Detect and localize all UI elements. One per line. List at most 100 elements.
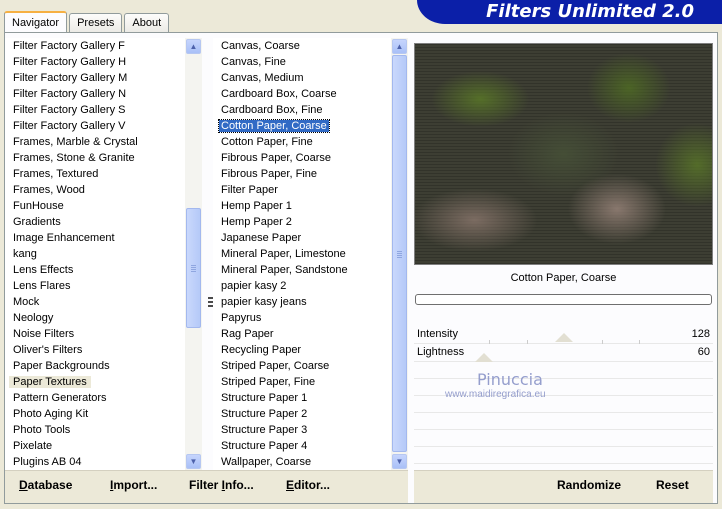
- list-item[interactable]: Cotton Paper, Coarse: [213, 118, 391, 134]
- list-item-label: Frames, Textured: [13, 168, 99, 180]
- list-item[interactable]: Structure Paper 2: [213, 406, 391, 422]
- scroll-down-icon[interactable]: ▼: [186, 454, 201, 469]
- scrollbar-thumb[interactable]: [186, 208, 201, 328]
- category-scrollbar[interactable]: ▲ ▼: [185, 38, 202, 470]
- list-item[interactable]: Structure Paper 3: [213, 422, 391, 438]
- list-item[interactable]: Fibrous Paper, Fine: [213, 166, 391, 182]
- filter-info-button[interactable]: Filter Info...: [189, 478, 254, 492]
- list-item[interactable]: Pattern Generators: [5, 390, 185, 406]
- list-item[interactable]: Cardboard Box, Fine: [213, 102, 391, 118]
- list-item[interactable]: Gradients: [5, 214, 185, 230]
- list-item[interactable]: Hemp Paper 1: [213, 198, 391, 214]
- slider-thumb[interactable]: [475, 353, 494, 362]
- list-item-label: Japanese Paper: [221, 232, 302, 244]
- list-item[interactable]: Striped Paper, Fine: [213, 374, 391, 390]
- param-intensity[interactable]: Intensity 128: [414, 326, 713, 344]
- list-item-label: Lens Flares: [13, 280, 71, 292]
- button-label: atabase: [27, 478, 73, 492]
- list-item[interactable]: Image Enhancement: [5, 230, 185, 246]
- list-item-label: Mineral Paper, Limestone: [221, 248, 346, 260]
- list-item[interactable]: Recycling Paper: [213, 342, 391, 358]
- list-item[interactable]: Neology: [5, 310, 185, 326]
- scroll-up-icon[interactable]: ▲: [186, 39, 201, 54]
- editor-button[interactable]: Editor...: [286, 478, 330, 492]
- list-item-label: Mock: [13, 296, 40, 308]
- tab-strip: Navigator Presets About: [4, 10, 171, 33]
- list-item[interactable]: papier kasy jeans: [213, 294, 391, 310]
- list-item[interactable]: Canvas, Coarse: [213, 38, 391, 54]
- list-item[interactable]: Cardboard Box, Coarse: [213, 86, 391, 102]
- list-item[interactable]: FunHouse: [5, 198, 185, 214]
- list-item-label: Frames, Marble & Crystal: [13, 136, 138, 148]
- list-item[interactable]: Lens Effects: [5, 262, 185, 278]
- list-item-label: papier kasy jeans: [221, 296, 307, 308]
- list-item[interactable]: Mineral Paper, Limestone: [213, 246, 391, 262]
- list-item[interactable]: Striped Paper, Coarse: [213, 358, 391, 374]
- button-label: nfo...: [225, 478, 254, 492]
- list-item[interactable]: Fibrous Paper, Coarse: [213, 150, 391, 166]
- list-item-label: kang: [13, 248, 37, 260]
- param-label: Lightness: [417, 346, 465, 358]
- list-item[interactable]: Frames, Marble & Crystal: [5, 134, 185, 150]
- list-item[interactable]: Frames, Textured: [5, 166, 185, 182]
- list-item[interactable]: Filter Factory Gallery N: [5, 86, 185, 102]
- reset-button[interactable]: Reset: [656, 478, 689, 492]
- list-item-label: Structure Paper 3: [221, 424, 308, 436]
- database-button[interactable]: Database: [19, 478, 72, 492]
- list-item[interactable]: Paper Textures: [5, 374, 185, 390]
- list-item[interactable]: Hemp Paper 2: [213, 214, 391, 230]
- list-item[interactable]: Japanese Paper: [213, 230, 391, 246]
- list-item[interactable]: Papyrus: [213, 310, 391, 326]
- list-item[interactable]: Plugins AB 04: [5, 454, 185, 470]
- list-item-label: Canvas, Medium: [221, 72, 304, 84]
- scrollbar-thumb[interactable]: [392, 55, 407, 452]
- list-item[interactable]: Photo Tools: [5, 422, 185, 438]
- list-item[interactable]: papier kasy 2: [213, 278, 391, 294]
- list-item[interactable]: Oliver's Filters: [5, 342, 185, 358]
- filter-listbox[interactable]: Canvas, Coarse Canvas, Fine Canvas, Medium…: [213, 38, 408, 470]
- list-item[interactable]: Wallpaper, Coarse: [213, 454, 391, 470]
- tab-presets[interactable]: Presets: [69, 13, 123, 32]
- scroll-down-icon[interactable]: ▼: [392, 454, 407, 469]
- preview-image: [414, 43, 713, 265]
- list-item[interactable]: Filter Paper: [213, 182, 391, 198]
- param-lightness[interactable]: Lightness 60: [414, 344, 713, 362]
- list-item[interactable]: Structure Paper 1: [213, 390, 391, 406]
- list-item[interactable]: Filter Factory Gallery V: [5, 118, 185, 134]
- list-item[interactable]: Mock: [5, 294, 185, 310]
- list-item[interactable]: Filter Factory Gallery M: [5, 70, 185, 86]
- list-item-label: Photo Aging Kit: [13, 408, 89, 420]
- list-item[interactable]: Photo Aging Kit: [5, 406, 185, 422]
- filter-scrollbar[interactable]: ▲ ▼: [391, 38, 408, 470]
- list-item[interactable]: Structure Paper 4: [213, 438, 391, 454]
- list-item[interactable]: Canvas, Fine: [213, 54, 391, 70]
- list-item[interactable]: Rag Paper: [213, 326, 391, 342]
- list-item[interactable]: Canvas, Medium: [213, 70, 391, 86]
- list-item[interactable]: Frames, Stone & Granite: [5, 150, 185, 166]
- list-item[interactable]: Paper Backgrounds: [5, 358, 185, 374]
- list-item[interactable]: Mineral Paper, Sandstone: [213, 262, 391, 278]
- list-item-label: Filter Factory Gallery N: [13, 88, 127, 100]
- list-item[interactable]: kang: [5, 246, 185, 262]
- app-title-banner: Filters Unlimited 2.0: [417, 0, 722, 24]
- list-item[interactable]: Filter Factory Gallery H: [5, 54, 185, 70]
- list-item[interactable]: Noise Filters: [5, 326, 185, 342]
- button-label: D: [19, 478, 28, 492]
- import-button[interactable]: Import...: [110, 478, 157, 492]
- list-item-label: Hemp Paper 2: [221, 216, 292, 228]
- scroll-up-icon[interactable]: ▲: [392, 39, 407, 54]
- randomize-button[interactable]: Randomize: [557, 478, 621, 492]
- category-listbox[interactable]: Filter Factory Gallery F Filter Factory G…: [5, 38, 202, 470]
- list-item[interactable]: Frames, Wood: [5, 182, 185, 198]
- list-item-label: Cotton Paper, Coarse: [218, 119, 330, 133]
- tab-about[interactable]: About: [124, 13, 170, 32]
- tab-navigator[interactable]: Navigator: [4, 11, 68, 33]
- list-item[interactable]: Filter Factory Gallery F: [5, 38, 185, 54]
- list-item[interactable]: Cotton Paper, Fine: [213, 134, 391, 150]
- list-item[interactable]: Lens Flares: [5, 278, 185, 294]
- list-item[interactable]: Filter Factory Gallery S: [5, 102, 185, 118]
- list-item-label: Filter Factory Gallery S: [13, 104, 126, 116]
- list-item[interactable]: Pixelate: [5, 438, 185, 454]
- drag-handle-icon[interactable]: [208, 297, 213, 308]
- slider-thumb[interactable]: [554, 333, 573, 342]
